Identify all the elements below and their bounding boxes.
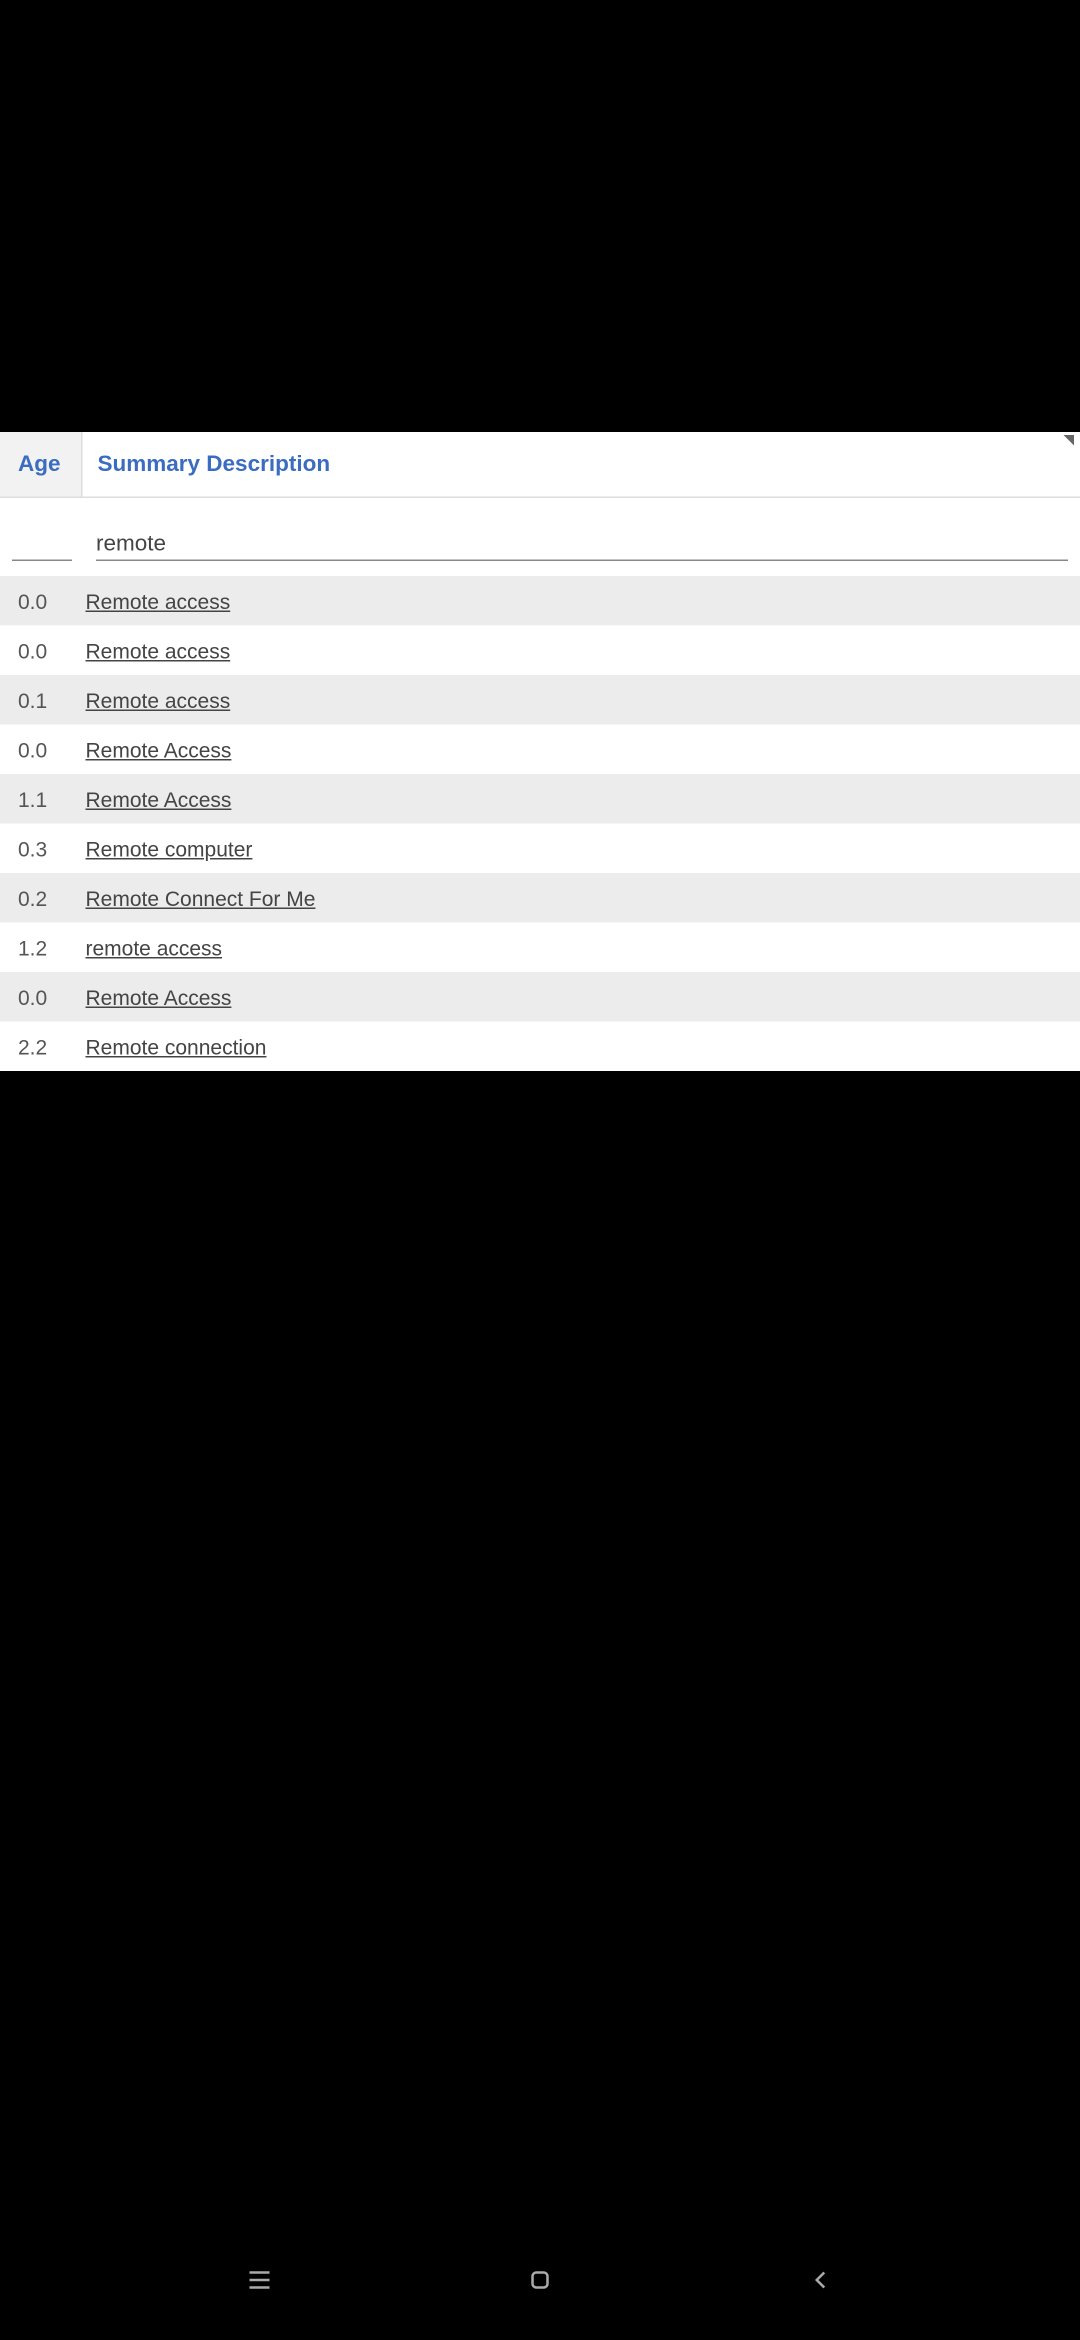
cell-summary-link[interactable]: Remote Connect For Me — [86, 886, 1063, 910]
cell-age: 0.1 — [18, 688, 86, 712]
cell-age: 1.2 — [18, 935, 86, 959]
cell-age: 2.2 — [18, 1034, 86, 1058]
cell-summary-link[interactable]: Remote connection — [86, 1034, 1063, 1058]
table-row: 0.0Remote access — [0, 626, 1080, 676]
cell-summary-link[interactable]: Remote Access — [86, 985, 1063, 1009]
filter-summary-wrapper — [96, 531, 1068, 561]
table-header: Age Summary Description — [0, 432, 1080, 498]
cell-summary-link[interactable]: remote access — [86, 935, 1063, 959]
cell-summary-link[interactable]: Remote access — [86, 589, 1063, 613]
filter-caret-icon[interactable] — [1064, 435, 1075, 446]
table-row: 1.2remote access — [0, 923, 1080, 973]
cell-summary-link[interactable]: Remote Access — [86, 737, 1063, 761]
cell-summary-link[interactable]: Remote Access — [86, 787, 1063, 811]
nav-home-button[interactable] — [517, 2258, 562, 2303]
filter-summary-input[interactable] — [96, 531, 1068, 557]
header-summary[interactable]: Summary Description — [83, 452, 1080, 478]
filter-row — [0, 498, 1080, 564]
data-rows: 0.0Remote access0.0Remote access0.1Remot… — [0, 576, 1080, 1071]
table-row: 0.1Remote access — [0, 675, 1080, 725]
nav-back-button[interactable] — [797, 2258, 842, 2303]
cell-age: 0.3 — [18, 836, 86, 860]
content-area: Age Summary Description 0.0Remote access… — [0, 432, 1080, 1071]
cell-summary-link[interactable]: Remote computer — [86, 836, 1063, 860]
table-row: 0.0Remote Access — [0, 725, 1080, 775]
table-row: 1.1Remote Access — [0, 774, 1080, 824]
table-row: 0.2Remote Connect For Me — [0, 873, 1080, 923]
nav-recent-button[interactable] — [237, 2258, 282, 2303]
cell-age: 0.0 — [18, 985, 86, 1009]
table-row: 0.0Remote access — [0, 576, 1080, 626]
cell-age: 0.2 — [18, 886, 86, 910]
cell-summary-link[interactable]: Remote access — [86, 638, 1063, 662]
cell-summary-link[interactable]: Remote access — [86, 688, 1063, 712]
cell-age: 0.0 — [18, 589, 86, 613]
filter-age-input[interactable] — [12, 531, 72, 561]
table-row: 2.2Remote connection — [0, 1022, 1080, 1072]
header-age[interactable]: Age — [0, 432, 83, 497]
table-row: 0.0Remote Access — [0, 972, 1080, 1022]
android-nav-bar — [0, 2250, 1080, 2310]
cell-age: 1.1 — [18, 787, 86, 811]
table-row: 0.3Remote computer — [0, 824, 1080, 874]
cell-age: 0.0 — [18, 737, 86, 761]
cell-age: 0.0 — [18, 638, 86, 662]
